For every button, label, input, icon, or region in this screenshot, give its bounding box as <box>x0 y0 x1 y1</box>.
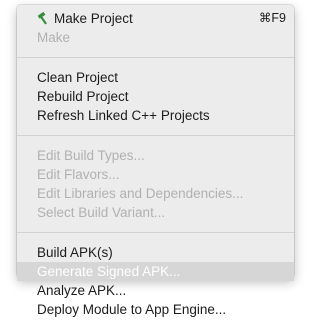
menu-item-label: Rebuild Project <box>37 89 129 104</box>
menu-item-label: Build APK(s) <box>37 245 113 260</box>
menu-item-label: Deploy Module to App Engine... <box>37 302 227 317</box>
menu-item-label: Edit Libraries and Dependencies... <box>37 186 244 201</box>
menu-item-select-build-variant: Select Build Variant... <box>17 203 294 222</box>
menu-item-edit-build-types: Edit Build Types... <box>17 146 294 165</box>
menu-item-refresh-linked-cpp[interactable]: Refresh Linked C++ Projects <box>17 106 294 125</box>
menu-item-build-apk[interactable]: Build APK(s) <box>17 243 294 262</box>
shortcut-label: ⌘F9 <box>258 11 286 25</box>
menu-item-make-project[interactable]: Make Project ⌘F9 <box>17 9 294 28</box>
menu-item-label: Edit Flavors... <box>37 167 120 182</box>
menu-item-deploy-module[interactable]: Deploy Module to App Engine... <box>17 300 294 319</box>
menu-item-label: Make <box>37 30 71 45</box>
hammer-icon <box>37 11 50 25</box>
menu-item-label: Clean Project <box>37 70 119 85</box>
menu-item-label: Analyze APK... <box>37 283 127 298</box>
menu-item-clean-project[interactable]: Clean Project <box>17 68 294 87</box>
menu-item-edit-flavors: Edit Flavors... <box>17 165 294 184</box>
menu-item-label: Select Build Variant... <box>37 205 166 220</box>
menu-separator <box>17 57 294 58</box>
menu-item-label: Generate Signed APK... <box>37 264 181 279</box>
menu-item-label: Refresh Linked C++ Projects <box>37 108 210 123</box>
menu-item-make: Make <box>17 28 294 47</box>
menu-separator <box>17 232 294 233</box>
menu-separator <box>17 135 294 136</box>
menu-item-generate-signed-apk[interactable]: Generate Signed APK... <box>17 262 294 281</box>
menu-item-edit-libraries: Edit Libraries and Dependencies... <box>17 184 294 203</box>
menu-item-rebuild-project[interactable]: Rebuild Project <box>17 87 294 106</box>
menu-item-label: Make Project <box>54 11 133 26</box>
build-menu: Make Project ⌘F9 Make Clean Project Rebu… <box>17 5 294 317</box>
menu-item-analyze-apk[interactable]: Analyze APK... <box>17 281 294 300</box>
menu-item-label: Edit Build Types... <box>37 148 145 163</box>
